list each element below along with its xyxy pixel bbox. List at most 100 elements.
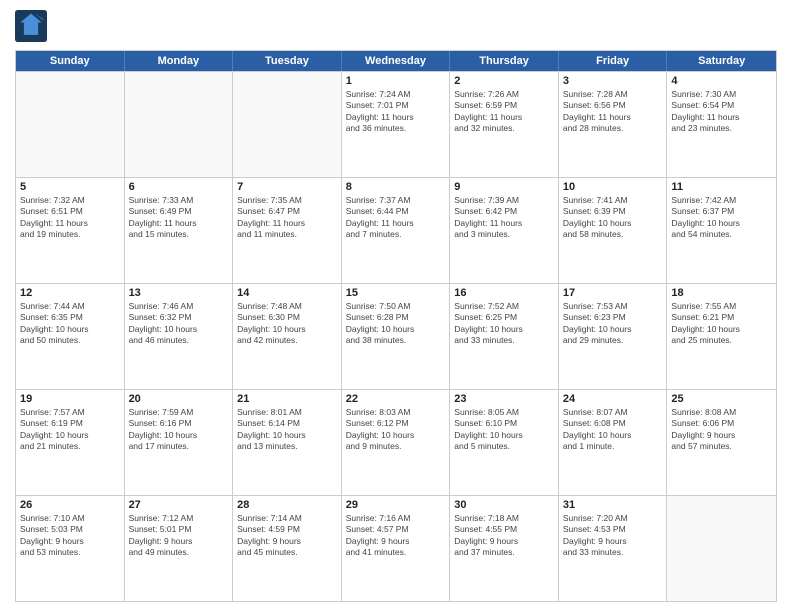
day-info: Sunrise: 7:55 AM Sunset: 6:21 PM Dayligh… — [671, 301, 772, 347]
weekday-header: Saturday — [667, 51, 776, 71]
day-info: Sunrise: 7:41 AM Sunset: 6:39 PM Dayligh… — [563, 195, 663, 241]
weekday-header: Tuesday — [233, 51, 342, 71]
calendar-cell: 6 Sunrise: 7:33 AM Sunset: 6:49 PM Daylig… — [125, 178, 234, 283]
day-info: Sunrise: 7:57 AM Sunset: 6:19 PM Dayligh… — [20, 407, 120, 453]
calendar-row: 12Sunrise: 7:44 AM Sunset: 6:35 PM Dayli… — [16, 283, 776, 389]
day-number: 7 — [237, 181, 337, 193]
day-number: 30 — [454, 499, 554, 511]
day-info: Sunrise: 7:53 AM Sunset: 6:23 PM Dayligh… — [563, 301, 663, 347]
day-number: 29 — [346, 499, 446, 511]
day-info: Sunrise: 7:33 AM Sunset: 6:49 PM Dayligh… — [129, 195, 229, 241]
day-number: 4 — [671, 75, 772, 87]
day-info: Sunrise: 7:44 AM Sunset: 6:35 PM Dayligh… — [20, 301, 120, 347]
calendar-cell: 5 Sunrise: 7:32 AM Sunset: 6:51 PM Daylig… — [16, 178, 125, 283]
header — [15, 10, 777, 42]
day-number: 19 — [20, 393, 120, 405]
calendar-cell: 28 Sunrise: 7:14 AM Sunset: 4:59 PM Dayli… — [233, 496, 342, 601]
day-number: 31 — [563, 499, 663, 511]
day-info: Sunrise: 7:48 AM Sunset: 6:30 PM Dayligh… — [237, 301, 337, 347]
day-number: 26 — [20, 499, 120, 511]
day-info: Sunrise: 7:35 AM Sunset: 6:47 PM Dayligh… — [237, 195, 337, 241]
calendar-row: 1 Sunrise: 7:24 AM Sunset: 7:01 PM Daylig… — [16, 71, 776, 177]
day-number: 3 — [563, 75, 663, 87]
day-number: 6 — [129, 181, 229, 193]
day-number: 10 — [563, 181, 663, 193]
day-number: 2 — [454, 75, 554, 87]
logo-icon — [15, 10, 47, 42]
calendar-cell: 19 Sunrise: 7:57 AM Sunset: 6:19 PM Dayli… — [16, 390, 125, 495]
calendar-cell: 1 Sunrise: 7:24 AM Sunset: 7:01 PM Daylig… — [342, 72, 451, 177]
day-info: Sunrise: 7:50 AM Sunset: 6:28 PM Dayligh… — [346, 301, 446, 347]
day-info: Sunrise: 7:32 AM Sunset: 6:51 PM Dayligh… — [20, 195, 120, 241]
day-info: Sunrise: 7:18 AM Sunset: 4:55 PM Dayligh… — [454, 513, 554, 559]
day-number: 20 — [129, 393, 229, 405]
calendar-cell: 26Sunrise: 7:10 AM Sunset: 5:03 PM Dayli… — [16, 496, 125, 601]
weekday-header: Wednesday — [342, 51, 451, 71]
calendar-cell: 16 Sunrise: 7:52 AM Sunset: 6:25 PM Dayli… — [450, 284, 559, 389]
calendar-header: SundayMondayTuesdayWednesdayThursdayFrid… — [16, 51, 776, 71]
weekday-header: Thursday — [450, 51, 559, 71]
day-info: Sunrise: 7:16 AM Sunset: 4:57 PM Dayligh… — [346, 513, 446, 559]
day-info: Sunrise: 7:28 AM Sunset: 6:56 PM Dayligh… — [563, 89, 663, 135]
day-number: 18 — [671, 287, 772, 299]
day-number: 13 — [129, 287, 229, 299]
weekday-header: Friday — [559, 51, 668, 71]
day-info: Sunrise: 8:08 AM Sunset: 6:06 PM Dayligh… — [671, 407, 772, 453]
calendar-cell — [125, 72, 234, 177]
calendar-cell: 9 Sunrise: 7:39 AM Sunset: 6:42 PM Daylig… — [450, 178, 559, 283]
day-info: Sunrise: 7:30 AM Sunset: 6:54 PM Dayligh… — [671, 89, 772, 135]
day-number: 21 — [237, 393, 337, 405]
day-number: 1 — [346, 75, 446, 87]
day-number: 28 — [237, 499, 337, 511]
day-info: Sunrise: 7:14 AM Sunset: 4:59 PM Dayligh… — [237, 513, 337, 559]
day-info: Sunrise: 7:37 AM Sunset: 6:44 PM Dayligh… — [346, 195, 446, 241]
day-number: 11 — [671, 181, 772, 193]
calendar-cell: 30 Sunrise: 7:18 AM Sunset: 4:55 PM Dayli… — [450, 496, 559, 601]
day-info: Sunrise: 7:42 AM Sunset: 6:37 PM Dayligh… — [671, 195, 772, 241]
calendar-cell: 13Sunrise: 7:46 AM Sunset: 6:32 PM Dayli… — [125, 284, 234, 389]
logo — [15, 10, 51, 42]
day-info: Sunrise: 8:03 AM Sunset: 6:12 PM Dayligh… — [346, 407, 446, 453]
calendar-cell: 8 Sunrise: 7:37 AM Sunset: 6:44 PM Daylig… — [342, 178, 451, 283]
day-number: 9 — [454, 181, 554, 193]
day-info: Sunrise: 7:59 AM Sunset: 6:16 PM Dayligh… — [129, 407, 229, 453]
page: SundayMondayTuesdayWednesdayThursdayFrid… — [0, 0, 792, 612]
calendar-cell: 15 Sunrise: 7:50 AM Sunset: 6:28 PM Dayli… — [342, 284, 451, 389]
day-number: 15 — [346, 287, 446, 299]
calendar-cell: 22 Sunrise: 8:03 AM Sunset: 6:12 PM Dayli… — [342, 390, 451, 495]
calendar-cell: 12Sunrise: 7:44 AM Sunset: 6:35 PM Dayli… — [16, 284, 125, 389]
calendar: SundayMondayTuesdayWednesdayThursdayFrid… — [15, 50, 777, 602]
calendar-cell: 29 Sunrise: 7:16 AM Sunset: 4:57 PM Dayli… — [342, 496, 451, 601]
calendar-cell: 21Sunrise: 8:01 AM Sunset: 6:14 PM Dayli… — [233, 390, 342, 495]
day-info: Sunrise: 8:07 AM Sunset: 6:08 PM Dayligh… — [563, 407, 663, 453]
calendar-cell: 24Sunrise: 8:07 AM Sunset: 6:08 PM Dayli… — [559, 390, 668, 495]
day-info: Sunrise: 7:26 AM Sunset: 6:59 PM Dayligh… — [454, 89, 554, 135]
day-number: 14 — [237, 287, 337, 299]
day-info: Sunrise: 7:24 AM Sunset: 7:01 PM Dayligh… — [346, 89, 446, 135]
calendar-cell: 14 Sunrise: 7:48 AM Sunset: 6:30 PM Dayli… — [233, 284, 342, 389]
calendar-cell: 25Sunrise: 8:08 AM Sunset: 6:06 PM Dayli… — [667, 390, 776, 495]
weekday-header: Sunday — [16, 51, 125, 71]
calendar-cell: 23Sunrise: 8:05 AM Sunset: 6:10 PM Dayli… — [450, 390, 559, 495]
calendar-cell: 18 Sunrise: 7:55 AM Sunset: 6:21 PM Dayli… — [667, 284, 776, 389]
day-number: 22 — [346, 393, 446, 405]
day-info: Sunrise: 7:12 AM Sunset: 5:01 PM Dayligh… — [129, 513, 229, 559]
weekday-header: Monday — [125, 51, 234, 71]
calendar-cell: 27 Sunrise: 7:12 AM Sunset: 5:01 PM Dayli… — [125, 496, 234, 601]
calendar-body: 1 Sunrise: 7:24 AM Sunset: 7:01 PM Daylig… — [16, 71, 776, 601]
day-number: 8 — [346, 181, 446, 193]
day-info: Sunrise: 7:39 AM Sunset: 6:42 PM Dayligh… — [454, 195, 554, 241]
calendar-cell — [16, 72, 125, 177]
calendar-row: 19 Sunrise: 7:57 AM Sunset: 6:19 PM Dayli… — [16, 389, 776, 495]
day-number: 27 — [129, 499, 229, 511]
calendar-cell: 4 Sunrise: 7:30 AM Sunset: 6:54 PM Daylig… — [667, 72, 776, 177]
day-info: Sunrise: 7:52 AM Sunset: 6:25 PM Dayligh… — [454, 301, 554, 347]
calendar-cell: 17 Sunrise: 7:53 AM Sunset: 6:23 PM Dayli… — [559, 284, 668, 389]
calendar-cell — [667, 496, 776, 601]
day-number: 16 — [454, 287, 554, 299]
calendar-cell: 2 Sunrise: 7:26 AM Sunset: 6:59 PM Daylig… — [450, 72, 559, 177]
day-number: 5 — [20, 181, 120, 193]
calendar-cell: 20 Sunrise: 7:59 AM Sunset: 6:16 PM Dayli… — [125, 390, 234, 495]
day-info: Sunrise: 8:05 AM Sunset: 6:10 PM Dayligh… — [454, 407, 554, 453]
day-number: 17 — [563, 287, 663, 299]
